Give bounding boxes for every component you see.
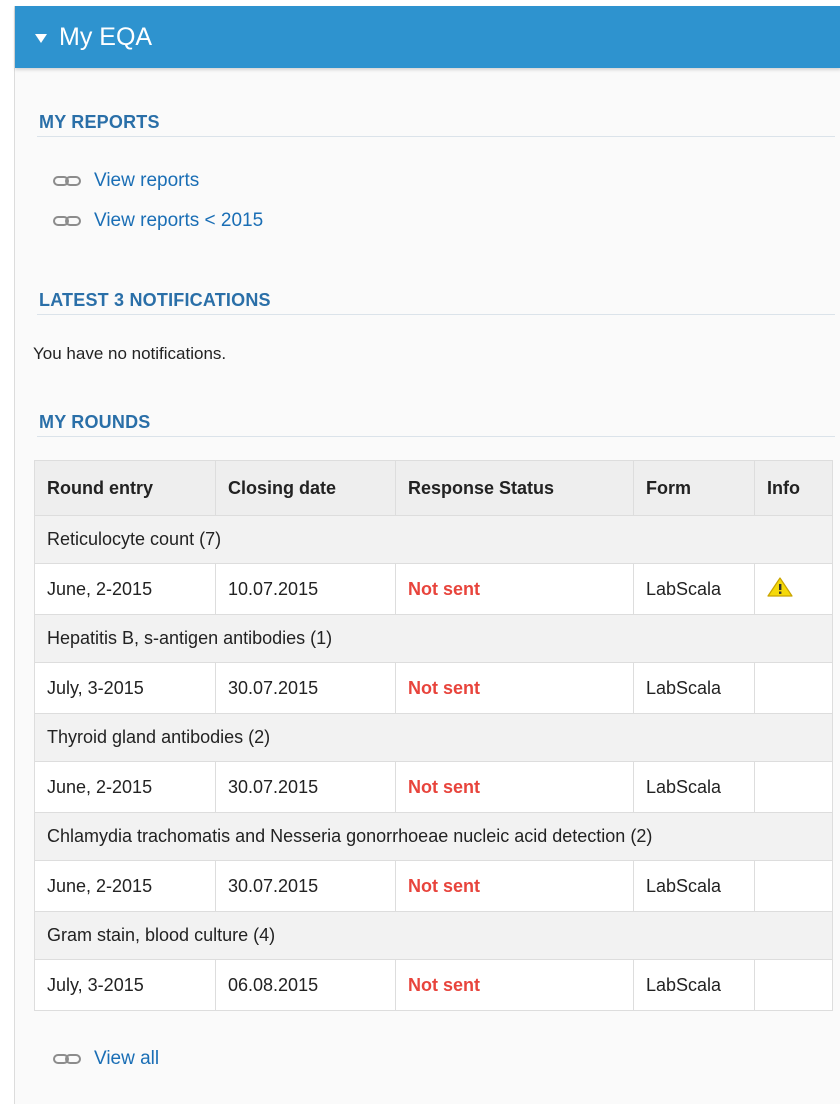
panel-header[interactable]: My EQA [15, 6, 840, 68]
info-cell [754, 761, 833, 813]
round-entry[interactable]: June, 2-2015 [34, 563, 216, 615]
info-cell [754, 662, 833, 714]
form-name: LabScala [633, 662, 755, 714]
info-cell [754, 563, 833, 615]
round-group-row: Gram stain, blood culture (4) [34, 911, 833, 960]
section-divider [37, 136, 835, 137]
chain-link-icon [53, 1054, 81, 1064]
column-header-response-status: Response Status [395, 460, 634, 516]
response-status: Not sent [395, 959, 634, 1011]
info-cell [754, 860, 833, 912]
column-header-info: Info [754, 460, 833, 516]
round-group-row: Chlamydia trachomatis and Nesseria gonor… [34, 812, 833, 861]
closing-date: 10.07.2015 [215, 563, 396, 615]
closing-date: 30.07.2015 [215, 761, 396, 813]
round-entry[interactable]: July, 3-2015 [34, 662, 216, 714]
table-row[interactable]: June, 2-2015 30.07.2015 Not sent LabScal… [34, 761, 833, 813]
round-group-name: Gram stain, blood culture (4) [34, 911, 833, 960]
my-rounds-heading: MY ROUNDS [39, 412, 151, 432]
round-group-name: Reticulocyte count (7) [34, 515, 833, 564]
round-group-name: Hepatitis B, s-antigen antibodies (1) [34, 614, 833, 663]
round-group-row: Thyroid gland antibodies (2) [34, 713, 833, 762]
link-label: View all [94, 1048, 160, 1069]
section-divider [37, 436, 835, 437]
response-status: Not sent [395, 860, 634, 912]
section-divider [37, 314, 835, 315]
table-row[interactable]: July, 3-2015 06.08.2015 Not sent LabScal… [34, 959, 833, 1011]
form-name: LabScala [633, 860, 755, 912]
link-label: View reports [94, 170, 200, 191]
rounds-table: Round entry Closing date Response Status… [34, 460, 833, 1011]
view-reports-before-2015-link[interactable]: View reports < 2015 [53, 210, 263, 232]
notifications-heading: LATEST 3 NOTIFICATIONS [39, 290, 271, 310]
caret-down-icon[interactable] [35, 33, 47, 43]
response-status: Not sent [395, 761, 634, 813]
closing-date: 30.07.2015 [215, 860, 396, 912]
round-entry[interactable]: June, 2-2015 [34, 860, 216, 912]
no-notifications-text: You have no notifications. [33, 344, 227, 363]
round-group-row: Hepatitis B, s-antigen antibodies (1) [34, 614, 833, 663]
closing-date: 30.07.2015 [215, 662, 396, 714]
panel-title: My EQA [59, 22, 153, 51]
column-header-closing-date: Closing date [215, 460, 396, 516]
response-status: Not sent [395, 662, 634, 714]
closing-date: 06.08.2015 [215, 959, 396, 1011]
chain-link-icon [53, 176, 81, 186]
form-name: LabScala [633, 959, 755, 1011]
column-header-form: Form [633, 460, 755, 516]
table-row[interactable]: June, 2-2015 30.07.2015 Not sent LabScal… [34, 860, 833, 912]
my-reports-heading: MY REPORTS [39, 112, 160, 132]
column-header-round-entry: Round entry [34, 460, 216, 516]
info-cell [754, 959, 833, 1011]
round-entry[interactable]: July, 3-2015 [34, 959, 216, 1011]
round-group-row: Reticulocyte count (7) [34, 515, 833, 564]
table-header-row: Round entry Closing date Response Status… [34, 460, 833, 516]
table-row[interactable]: June, 2-2015 10.07.2015 Not sent LabScal… [34, 563, 833, 615]
table-row[interactable]: July, 3-2015 30.07.2015 Not sent LabScal… [34, 662, 833, 714]
round-group-name: Thyroid gland antibodies (2) [34, 713, 833, 762]
view-all-link[interactable]: View all [53, 1048, 159, 1070]
chain-link-icon [53, 216, 81, 226]
warning-icon[interactable] [767, 576, 793, 598]
form-name: LabScala [633, 761, 755, 813]
round-group-name: Chlamydia trachomatis and Nesseria gonor… [34, 812, 833, 861]
form-name: LabScala [633, 563, 755, 615]
view-reports-link[interactable]: View reports [53, 170, 199, 192]
response-status: Not sent [395, 563, 634, 615]
link-label: View reports < 2015 [94, 210, 264, 231]
round-entry[interactable]: June, 2-2015 [34, 761, 216, 813]
my-eqa-panel: My EQA MY REPORTS View reports View repo… [14, 6, 840, 1104]
